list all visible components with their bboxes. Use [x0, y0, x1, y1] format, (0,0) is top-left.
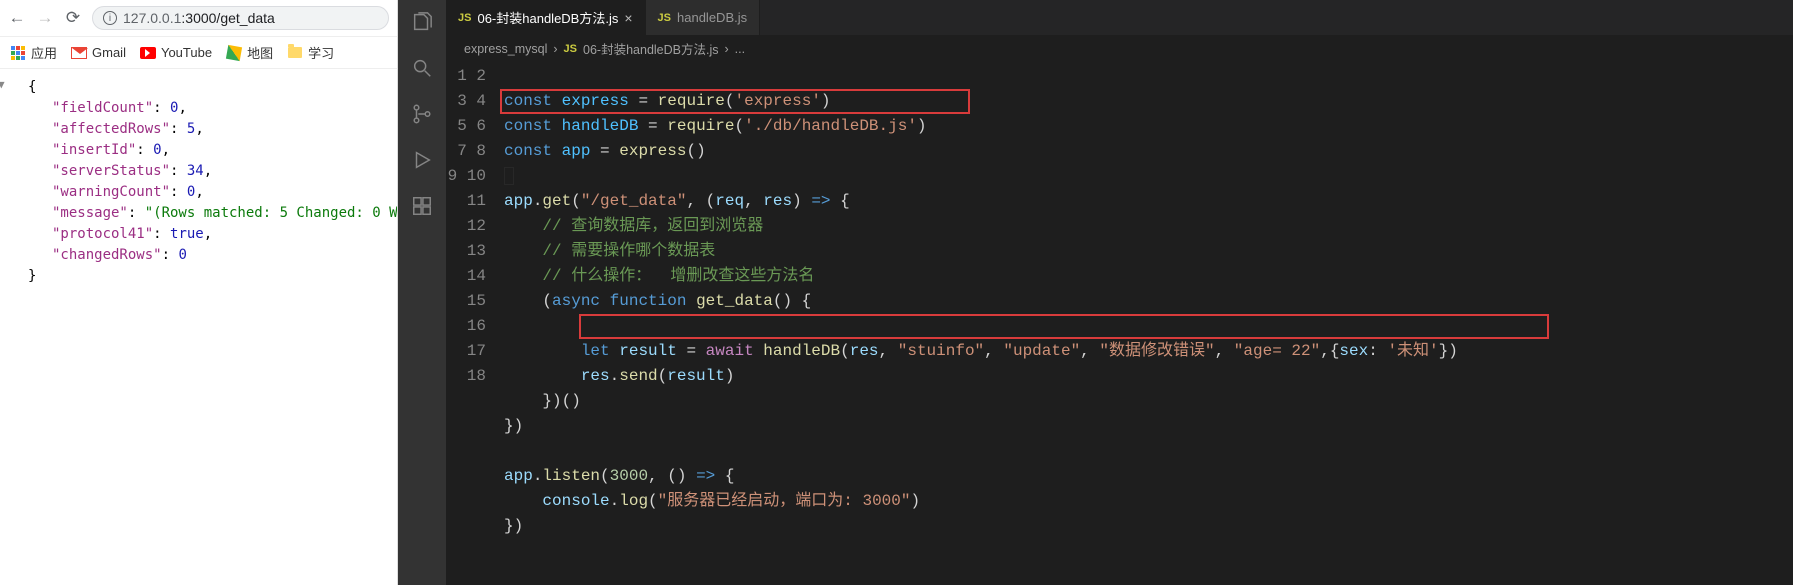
bookmark-label: Gmail: [92, 45, 126, 60]
explorer-icon[interactable]: [410, 10, 434, 34]
breadcrumb-trail: ...: [735, 42, 745, 56]
tab-active[interactable]: JS 06-封装handleDB方法.js ×: [446, 0, 646, 35]
tab-label: handleDB.js: [677, 10, 747, 25]
bookmark-label: 地图: [247, 43, 273, 62]
json-row: "message": "(Rows matched: 5 Changed: 0 …: [10, 203, 387, 224]
breadcrumb[interactable]: express_mysql › JS 06-封装handleDB方法.js › …: [446, 35, 1793, 62]
youtube-icon: [140, 45, 156, 61]
tab-inactive[interactable]: JS handleDB.js: [646, 0, 761, 35]
breadcrumb-folder: express_mysql: [464, 42, 547, 56]
bookmark-gmail[interactable]: Gmail: [71, 45, 126, 61]
browser-response-body: ▼ { "fieldCount": 0, "affectedRows": 5, …: [0, 69, 397, 585]
json-close-brace: }: [10, 266, 387, 287]
editor-main: JS 06-封装handleDB方法.js × JS handleDB.js e…: [446, 0, 1793, 585]
highlight-box: [579, 314, 1549, 339]
json-row: "protocol41": true,: [10, 224, 387, 245]
source-control-icon[interactable]: [410, 102, 434, 126]
bookmark-maps[interactable]: 地图: [226, 43, 273, 62]
bookmark-label: 学习: [308, 43, 334, 62]
run-debug-icon[interactable]: [410, 148, 434, 172]
gmail-icon: [71, 45, 87, 61]
breadcrumb-file: 06-封装handleDB方法.js: [583, 39, 718, 58]
bookmarks-bar: 应用 Gmail YouTube 地图 学习: [0, 37, 397, 69]
js-file-icon: JS: [458, 12, 471, 24]
close-icon[interactable]: ×: [624, 10, 632, 26]
url-text: 127.0.0.1:3000/get_data: [123, 10, 275, 26]
folder-icon: [287, 45, 303, 61]
editor-tabs: JS 06-封装handleDB方法.js × JS handleDB.js: [446, 0, 1793, 35]
browser-window: ← → ⟳ i 127.0.0.1:3000/get_data 应用 Gmail…: [0, 0, 398, 585]
js-file-icon: JS: [564, 43, 577, 55]
address-bar[interactable]: i 127.0.0.1:3000/get_data: [92, 6, 389, 30]
forward-button[interactable]: →: [36, 8, 54, 28]
browser-toolbar: ← → ⟳ i 127.0.0.1:3000/get_data: [0, 0, 397, 37]
code-editor[interactable]: 1 2 3 4 5 6 7 8 9 10 11 12 13 14 15 16 1…: [446, 62, 1793, 585]
bookmark-study[interactable]: 学习: [287, 43, 334, 62]
chevron-right-icon: ›: [553, 42, 557, 56]
bookmark-youtube[interactable]: YouTube: [140, 45, 212, 61]
site-info-icon[interactable]: i: [103, 11, 117, 25]
json-row: "insertId": 0,: [10, 140, 387, 161]
bookmark-apps[interactable]: 应用: [10, 43, 57, 62]
line-gutter: 1 2 3 4 5 6 7 8 9 10 11 12 13 14 15 16 1…: [446, 62, 504, 585]
bookmark-label: 应用: [31, 43, 57, 62]
js-file-icon: JS: [658, 12, 671, 24]
json-row: "warningCount": 0,: [10, 182, 387, 203]
chevron-right-icon: ›: [724, 42, 728, 56]
extensions-icon[interactable]: [410, 194, 434, 218]
json-row: "fieldCount": 0,: [10, 98, 387, 119]
json-row: "changedRows": 0: [10, 245, 387, 266]
code-lines[interactable]: const express = require('express') const…: [504, 62, 1793, 585]
json-row: "serverStatus": 34,: [10, 161, 387, 182]
reload-button[interactable]: ⟳: [64, 8, 82, 28]
activity-bar: [398, 0, 446, 585]
vscode-window: JS 06-封装handleDB方法.js × JS handleDB.js e…: [398, 0, 1793, 585]
bookmark-label: YouTube: [161, 45, 212, 60]
back-button[interactable]: ←: [8, 8, 26, 28]
search-icon[interactable]: [410, 56, 434, 80]
tab-label: 06-封装handleDB方法.js: [477, 8, 618, 27]
maps-icon: [226, 45, 242, 61]
json-collapse-icon[interactable]: ▼: [0, 77, 5, 94]
apps-icon: [10, 45, 26, 61]
json-open-brace: {: [10, 77, 387, 98]
json-row: "affectedRows": 5,: [10, 119, 387, 140]
